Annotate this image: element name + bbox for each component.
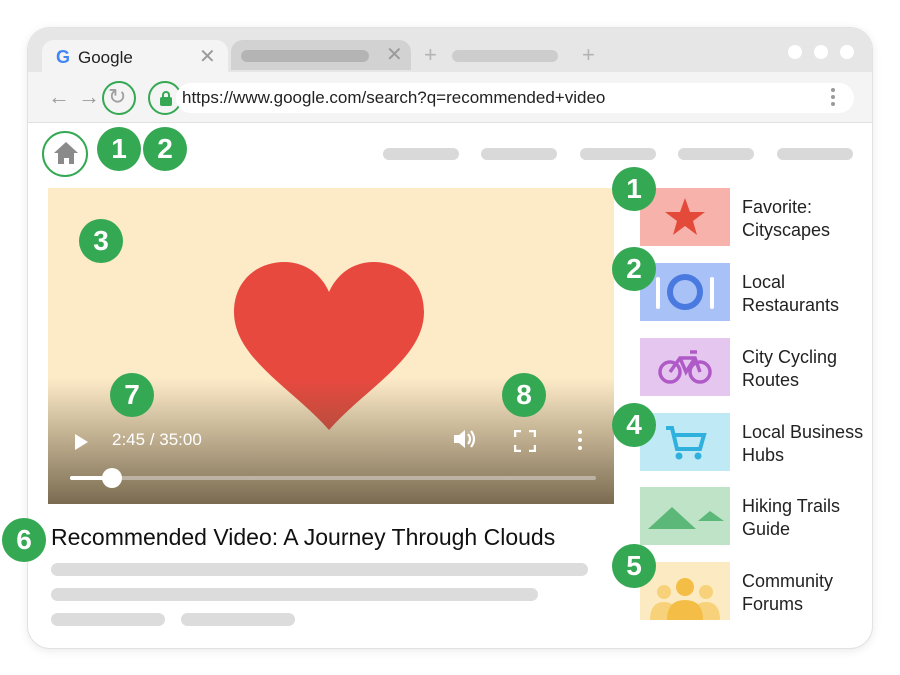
back-arrow-icon[interactable]: ← xyxy=(48,84,70,110)
browser-window: G Google ✕ ✕ + + ← → ↻ https://www.googl… xyxy=(28,28,872,648)
play-icon[interactable] xyxy=(75,434,88,450)
home-icon xyxy=(54,142,78,153)
progress-bar[interactable] xyxy=(70,476,596,480)
rec-label-line1: Hiking Trails xyxy=(742,496,841,516)
rec-item-favorite[interactable]: Favorite: Cityscapes xyxy=(742,196,872,242)
nav-link-placeholder[interactable] xyxy=(383,148,459,160)
home-icon-door xyxy=(64,158,69,164)
rec-item-hiking[interactable]: Hiking Trails Guide xyxy=(742,495,872,541)
callout-badge-fullscreen: 8 xyxy=(502,373,546,417)
tab-inactive[interactable]: ✕ xyxy=(231,40,411,70)
callout-badge-title: 6 xyxy=(2,518,46,562)
rec-label-line1: Community xyxy=(742,571,834,591)
progress-thumb[interactable] xyxy=(102,468,123,488)
tab-bar: G Google ✕ ✕ + + xyxy=(28,28,872,74)
close-tab-icon[interactable]: ✕ xyxy=(386,42,403,67)
nav-link-placeholder[interactable] xyxy=(678,148,754,160)
home-button[interactable] xyxy=(42,131,88,177)
window-control-dot[interactable] xyxy=(814,45,828,59)
window-control-dot[interactable] xyxy=(788,45,802,59)
callout-badge-video: 3 xyxy=(79,219,123,263)
url-text[interactable]: https://www.google.com/search?q=recommen… xyxy=(182,88,605,108)
google-g-icon: G xyxy=(56,47,71,67)
callout-badge-reload: 1 xyxy=(97,127,141,171)
forward-arrow-icon[interactable]: → xyxy=(78,84,100,110)
rec-item-cycling[interactable]: City Cycling Routes xyxy=(742,346,872,392)
rec-label-line1: City Cycling xyxy=(742,347,838,367)
rec-label-line2: Cityscapes xyxy=(742,220,831,240)
rec-label-line1: Local Business xyxy=(742,422,864,442)
rec-label-line2: Forums xyxy=(742,594,804,614)
description-line xyxy=(51,588,538,601)
video-player[interactable]: 2:45 / 35:00 xyxy=(48,188,614,504)
callout-badge-favorite: 1 xyxy=(612,167,656,211)
address-toolbar: ← → ↻ https://www.google.com/search?q=re… xyxy=(28,72,872,123)
callout-badge-business: 4 xyxy=(612,403,656,447)
tab-google[interactable]: G Google ✕ xyxy=(42,40,228,74)
nav-link-placeholder[interactable] xyxy=(580,148,656,160)
rec-thumbnail-cycling[interactable] xyxy=(640,338,730,396)
tab-title-placeholder xyxy=(241,50,369,62)
video-title[interactable]: Recommended Video: A Journey Through Clo… xyxy=(51,524,555,551)
nav-link-placeholder[interactable] xyxy=(481,148,557,160)
volume-icon[interactable] xyxy=(452,428,478,450)
mountains-icon xyxy=(640,487,730,545)
rec-thumbnail-hiking[interactable] xyxy=(640,487,730,545)
plus-icon[interactable]: + xyxy=(424,42,437,68)
callout-badge-time: 7 xyxy=(110,373,154,417)
rec-label-line2: Restaurants xyxy=(742,295,840,315)
fullscreen-icon[interactable] xyxy=(514,430,536,452)
address-bar[interactable]: https://www.google.com/search?q=recommen… xyxy=(176,83,854,113)
description-line xyxy=(51,563,588,576)
kebab-menu-icon[interactable] xyxy=(831,88,835,109)
reload-button[interactable]: ↻ xyxy=(102,81,136,115)
meta-line xyxy=(181,613,295,626)
window-control-dot[interactable] xyxy=(840,45,854,59)
rec-item-business[interactable]: Local Business Hubs xyxy=(742,421,872,467)
rec-item-forums[interactable]: Community Forums xyxy=(742,570,872,616)
rec-label-line1: Local xyxy=(742,272,786,292)
rec-label-line2: Hubs xyxy=(742,445,785,465)
nav-link-placeholder[interactable] xyxy=(777,148,853,160)
player-menu-icon[interactable] xyxy=(578,430,582,454)
callout-badge-lock: 2 xyxy=(143,127,187,171)
callout-badge-forums: 5 xyxy=(612,544,656,588)
rec-item-restaurants[interactable]: Local Restaurants xyxy=(742,271,872,317)
meta-line xyxy=(51,613,165,626)
rec-label-line2: Routes xyxy=(742,370,800,390)
tab-title: Google xyxy=(78,48,133,67)
rec-label-line2: Guide xyxy=(742,519,791,539)
tab-title-placeholder xyxy=(452,50,558,62)
rec-label-line1: Favorite: xyxy=(742,197,813,217)
callout-badge-restaurants: 2 xyxy=(612,247,656,291)
time-display: 2:45 / 35:00 xyxy=(112,430,202,449)
lock-icon-body xyxy=(160,97,172,106)
close-tab-icon[interactable]: ✕ xyxy=(199,44,216,69)
bicycle-icon xyxy=(640,338,730,396)
reload-icon: ↻ xyxy=(108,84,127,109)
new-tab-button[interactable]: + xyxy=(582,42,595,68)
